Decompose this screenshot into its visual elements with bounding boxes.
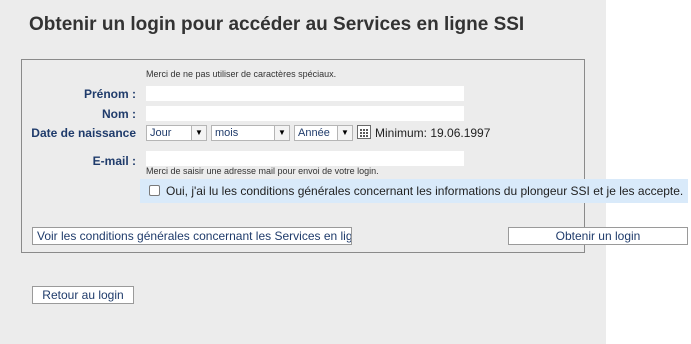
back-to-login-button[interactable]: Retour au login <box>32 286 134 304</box>
birthdate-label: Date de naissance <box>31 126 136 140</box>
lastname-input[interactable] <box>146 106 464 121</box>
accept-conditions-text: Oui, j'ai lu les conditions générales co… <box>166 184 684 198</box>
get-login-button[interactable]: Obtenir un login <box>508 227 688 245</box>
chevron-down-icon: ▼ <box>337 126 352 140</box>
calendar-icon[interactable] <box>357 125 371 139</box>
min-date-text: Minimum: 19.06.1997 <box>375 126 491 140</box>
chevron-down-icon: ▼ <box>274 126 289 140</box>
firstname-label: Prénom : <box>83 87 136 101</box>
month-select-value: mois <box>215 127 239 139</box>
email-label: E-mail : <box>92 154 136 168</box>
chevron-down-icon: ▼ <box>191 126 206 140</box>
day-select[interactable]: Jour ▼ <box>146 125 207 141</box>
day-select-value: Jour <box>150 127 172 139</box>
month-select[interactable]: mois ▼ <box>211 125 290 141</box>
email-input[interactable] <box>146 151 464 166</box>
year-select[interactable]: Année ▼ <box>294 125 353 141</box>
lastname-label: Nom : <box>102 107 136 121</box>
email-hint: Merci de saisir une adresse mail pour en… <box>146 166 379 176</box>
view-conditions-button[interactable]: Voir les conditions générales concernant… <box>32 227 352 245</box>
special-chars-hint: Merci de ne pas utiliser de caractères s… <box>146 69 337 79</box>
accept-checkbox[interactable] <box>149 185 160 196</box>
year-select-value: Année <box>298 127 330 139</box>
firstname-input[interactable] <box>146 86 464 101</box>
page-title: Obtenir un login pour accéder au Service… <box>29 14 525 35</box>
accept-conditions-row[interactable]: Oui, j'ai lu les conditions générales co… <box>140 179 688 203</box>
